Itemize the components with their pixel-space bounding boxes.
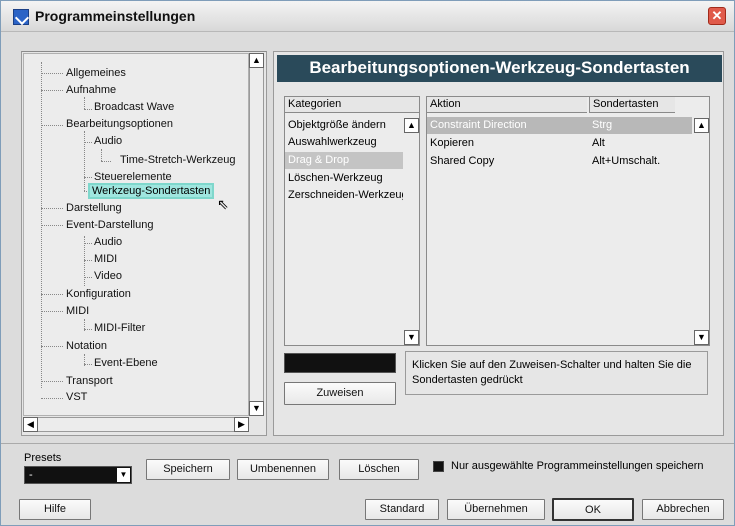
tree-item-steuerelemente[interactable]: Steuerelemente (94, 171, 172, 183)
tree-line (41, 73, 63, 74)
title-bar: Programmeinstellungen ✕ (1, 1, 734, 32)
page-title: Bearbeitungsoptionen-Werkzeug-Sondertast… (277, 55, 722, 82)
standard-button[interactable]: Standard (365, 499, 439, 520)
tree-line (41, 294, 63, 295)
tree-line (84, 277, 92, 278)
tree-line (41, 381, 63, 382)
help-button[interactable]: Hilfe (19, 499, 91, 520)
presets-label: Presets (24, 452, 62, 464)
column-header-sondertasten[interactable]: Sondertasten (589, 97, 675, 113)
tree-item-aufnahme[interactable]: Aufnahme (66, 84, 116, 96)
tree-item-werkzeug-sondertasten[interactable]: Werkzeug-Sondertasten (88, 183, 215, 199)
assign-button[interactable]: Zuweisen (284, 382, 396, 405)
apply-button[interactable]: Übernehmen (447, 499, 545, 520)
tree-item-allgemeines[interactable]: Allgemeines (66, 67, 126, 79)
tree-item-midi-filter[interactable]: MIDI-Filter (94, 322, 145, 334)
action-cell: Constraint Direction (430, 119, 527, 131)
chevron-down-icon[interactable]: ▼ (117, 468, 130, 482)
preferences-dialog: Programmeinstellungen ✕ Allgemeines Aufn… (0, 0, 735, 526)
table-row[interactable]: Kopieren Alt (427, 135, 692, 152)
tree-line (41, 125, 63, 126)
tree-line (41, 346, 63, 347)
assign-hint: Klicken Sie auf den Zuweisen-Schalter un… (405, 351, 708, 395)
cancel-button[interactable]: Abbrechen (642, 499, 724, 520)
tree-line (41, 398, 63, 399)
tree-item-broadcast-wave[interactable]: Broadcast Wave (94, 101, 174, 113)
tree-horizontal-scrollbar[interactable]: ◀ ▶ (23, 417, 249, 432)
tree-item-event-ebene[interactable]: Event-Ebene (94, 357, 158, 369)
tree-line (41, 225, 63, 226)
tree-item-video[interactable]: Video (94, 270, 122, 282)
category-item[interactable]: Löschen-Werkzeug (285, 170, 403, 187)
tree-item-notation[interactable]: Notation (66, 340, 107, 352)
tree-line (84, 109, 92, 110)
tree-item-audio-2[interactable]: Audio (94, 236, 122, 248)
tree-item-transport[interactable]: Transport (66, 375, 113, 387)
app-icon (13, 9, 29, 25)
shortcut-capture-field[interactable] (284, 353, 396, 373)
category-item[interactable]: Objektgröße ändern (285, 117, 403, 134)
scroll-up-icon[interactable]: ▲ (404, 118, 419, 133)
category-item[interactable]: Auswahlwerkzeug (285, 134, 403, 151)
tree-line (101, 161, 111, 162)
scroll-left-icon[interactable]: ◀ (23, 417, 38, 432)
mouse-cursor-icon: ⇖ (217, 196, 229, 212)
scroll-down-icon[interactable]: ▼ (249, 401, 264, 416)
table-row[interactable]: Shared Copy Alt+Umschalt. (427, 153, 692, 170)
tree-line (41, 208, 63, 209)
tree-line (84, 243, 92, 244)
scroll-up-icon[interactable]: ▲ (249, 53, 264, 68)
tree-line (84, 364, 92, 365)
table-row-selected[interactable]: Constraint Direction Strg (427, 117, 692, 134)
close-button[interactable]: ✕ (708, 7, 726, 25)
tree-line (84, 131, 85, 191)
only-selected-checkbox[interactable] (433, 461, 444, 472)
tree-item-audio[interactable]: Audio (94, 135, 122, 147)
tree-item-event-darstellung[interactable]: Event-Darstellung (66, 219, 153, 231)
category-item-selected[interactable]: Drag & Drop (285, 152, 403, 169)
tree-line (41, 311, 63, 312)
categories-list[interactable]: Kategorien Objektgröße ändern Auswahlwer… (284, 96, 420, 346)
categories-header: Kategorien (285, 97, 419, 113)
settings-tree[interactable]: Allgemeines Aufnahme Broadcast Wave Bear… (23, 53, 249, 416)
rename-preset-button[interactable]: Umbenennen (237, 459, 329, 480)
divider (1, 443, 734, 444)
tree-line (84, 260, 92, 261)
tree-line (101, 149, 102, 161)
tree-item-konfiguration[interactable]: Konfiguration (66, 288, 131, 300)
ok-button[interactable]: OK (552, 498, 634, 521)
delete-preset-button[interactable]: Löschen (339, 459, 419, 480)
tree-line (84, 177, 92, 178)
tree-item-darstellung[interactable]: Darstellung (66, 202, 122, 214)
only-selected-label: Nur ausgewählte Programmeinstellungen sp… (451, 460, 704, 472)
tree-item-bearbeitungsoptionen[interactable]: Bearbeitungsoptionen (66, 118, 173, 130)
scroll-down-icon[interactable]: ▼ (404, 330, 419, 345)
scroll-right-icon[interactable]: ▶ (234, 417, 249, 432)
tree-line (84, 329, 92, 330)
actions-table[interactable]: Aktion Sondertasten Constraint Direction… (426, 96, 710, 346)
tree-line (84, 97, 85, 109)
tree-item-vst[interactable]: VST (66, 391, 87, 403)
tree-line (41, 90, 63, 91)
tree-line (84, 142, 92, 143)
scroll-up-icon[interactable]: ▲ (694, 118, 709, 133)
action-cell: Shared Copy (430, 155, 495, 167)
tree-item-time-stretch[interactable]: Time-Stretch-Werkzeug (120, 154, 236, 166)
column-header-aktion[interactable]: Aktion (427, 97, 587, 113)
window-title: Programmeinstellungen (35, 8, 196, 24)
tree-item-midi[interactable]: MIDI (94, 253, 117, 265)
save-preset-button[interactable]: Speichern (146, 459, 230, 480)
keys-cell: Alt (592, 137, 605, 149)
keys-cell: Strg (592, 119, 613, 131)
tree-item-midi-2[interactable]: MIDI (66, 305, 89, 317)
presets-value: - (29, 469, 33, 481)
action-cell: Kopieren (430, 137, 475, 149)
tree-vertical-scrollbar[interactable]: ▲ ▼ (249, 53, 264, 416)
scroll-down-icon[interactable]: ▼ (694, 330, 709, 345)
presets-select[interactable]: - ▼ (24, 466, 132, 484)
keys-cell: Alt+Umschalt. (592, 155, 661, 167)
category-item[interactable]: Zerschneiden-Werkzeug (285, 187, 403, 204)
